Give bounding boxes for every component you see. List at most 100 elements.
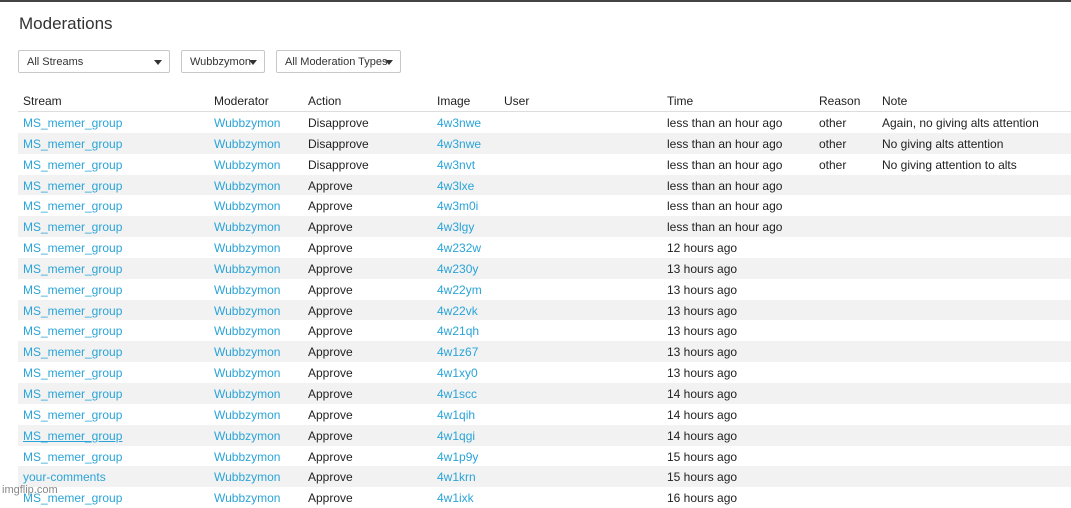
moderator-link[interactable]: Wubbzymon	[214, 304, 280, 318]
image-link[interactable]: 4w232w	[437, 241, 481, 255]
image-link[interactable]: 4w1ixk	[437, 491, 474, 505]
stream-link[interactable]: MS_memer_group	[23, 116, 122, 130]
header-reason[interactable]: Reason	[819, 94, 860, 108]
table-row: MS_memer_group Wubbzymon Approve 4w3lgy less…	[18, 216, 1071, 238]
image-link[interactable]: 4w3m0i	[437, 199, 478, 213]
stream-link[interactable]: MS_memer_group	[23, 137, 122, 151]
table-row: MS_memer_group Wubbzymon Approve 4w22ym 13 h…	[18, 279, 1071, 300]
time-text: less than an hour ago	[667, 136, 783, 151]
image-link[interactable]: 4w1xy0	[437, 366, 478, 380]
image-link[interactable]: 4w3nvt	[437, 158, 475, 172]
chevron-down-icon	[249, 60, 257, 65]
moderator-filter-select[interactable]: Wubbzymon	[181, 50, 265, 73]
time-text: 16 hours ago	[667, 491, 738, 506]
moderator-link[interactable]: Wubbzymon	[214, 387, 280, 401]
image-link[interactable]: 4w3lgy	[437, 220, 474, 234]
time-text: 14 hours ago	[667, 407, 738, 422]
moderator-link[interactable]: Wubbzymon	[214, 199, 280, 213]
time-text: less than an hour ago	[667, 116, 783, 130]
image-link[interactable]: 4w22ym	[437, 283, 482, 297]
image-link[interactable]: 4w1scc	[437, 387, 477, 401]
time-text: 14 hours ago	[667, 386, 738, 401]
table-row: MS_memer_group Wubbzymon Approve 4w1p9y 15 h…	[18, 446, 1071, 467]
moderator-link[interactable]: Wubbzymon	[214, 450, 280, 464]
moderator-filter-value: Wubbzymon	[190, 56, 251, 68]
moderator-link[interactable]: Wubbzymon	[214, 345, 280, 359]
reason-text: other	[819, 116, 847, 130]
stream-link[interactable]: MS_memer_group	[23, 179, 122, 193]
image-link[interactable]: 4w3nwe	[437, 116, 481, 130]
action-text: Approve	[308, 345, 353, 360]
image-link[interactable]: 4w3lxe	[437, 179, 474, 193]
type-filter-select[interactable]: All Moderation Types	[276, 50, 401, 73]
table-row: MS_memer_group Wubbzymon Approve 4w3m0i less…	[18, 195, 1071, 216]
table-row: MS_memer_group Wubbzymon Approve 4w232w 12 h…	[18, 237, 1071, 258]
time-text: 13 hours ago	[667, 303, 738, 318]
stream-link[interactable]: MS_memer_group	[23, 387, 122, 401]
header-note[interactable]: Note	[882, 94, 907, 108]
note-text: No giving attention to alts	[882, 157, 1017, 172]
moderator-link[interactable]: Wubbzymon	[214, 220, 280, 234]
time-text: less than an hour ago	[667, 199, 783, 214]
moderator-link[interactable]: Wubbzymon	[214, 429, 280, 443]
action-text: Approve	[308, 470, 353, 485]
moderator-link[interactable]: Wubbzymon	[214, 262, 280, 276]
image-link[interactable]: 4w1p9y	[437, 450, 478, 464]
table-row: MS_memer_group Wubbzymon Approve 4w1qih 14 h…	[18, 404, 1071, 425]
moderator-link[interactable]: Wubbzymon	[214, 283, 280, 297]
table-body: MS_memer_group Wubbzymon Disapprove 4w3nwe l…	[18, 112, 1071, 508]
time-text: 13 hours ago	[667, 324, 738, 339]
header-stream[interactable]: Stream	[23, 94, 62, 108]
image-link[interactable]: 4w22vk	[437, 304, 478, 318]
stream-link[interactable]: MS_memer_group	[23, 450, 122, 464]
image-link[interactable]: 4w1qih	[437, 408, 475, 422]
action-text: Disapprove	[308, 157, 369, 172]
moderator-link[interactable]: Wubbzymon	[214, 470, 280, 484]
stream-link[interactable]: MS_memer_group	[23, 241, 122, 255]
image-link[interactable]: 4w1krn	[437, 470, 476, 484]
image-link[interactable]: 4w230y	[437, 262, 478, 276]
stream-link[interactable]: MS_memer_group	[23, 408, 122, 422]
moderator-link[interactable]: Wubbzymon	[214, 241, 280, 255]
time-text: 15 hours ago	[667, 449, 738, 464]
moderator-link[interactable]: Wubbzymon	[214, 491, 280, 505]
stream-link[interactable]: MS_memer_group	[23, 429, 122, 443]
moderator-link[interactable]: Wubbzymon	[214, 179, 280, 193]
image-link[interactable]: 4w1z67	[437, 345, 478, 359]
stream-link[interactable]: MS_memer_group	[23, 366, 122, 380]
stream-link[interactable]: MS_memer_group	[23, 304, 122, 318]
image-link[interactable]: 4w3nwe	[437, 137, 481, 151]
header-time[interactable]: Time	[667, 94, 693, 108]
stream-link[interactable]: MS_memer_group	[23, 158, 122, 172]
header-image[interactable]: Image	[437, 94, 470, 108]
moderator-link[interactable]: Wubbzymon	[214, 116, 280, 130]
action-text: Approve	[308, 220, 353, 235]
moderator-link[interactable]: Wubbzymon	[214, 324, 280, 338]
type-filter-value: All Moderation Types	[285, 56, 388, 68]
stream-filter-select[interactable]: All Streams	[18, 50, 170, 73]
image-link[interactable]: 4w21qh	[437, 324, 479, 338]
time-text: less than an hour ago	[667, 157, 783, 172]
moderator-link[interactable]: Wubbzymon	[214, 158, 280, 172]
moderator-link[interactable]: Wubbzymon	[214, 366, 280, 380]
action-text: Approve	[308, 407, 353, 422]
stream-link[interactable]: MS_memer_group	[23, 345, 122, 359]
header-moderator[interactable]: Moderator	[214, 94, 269, 108]
stream-link[interactable]: MS_memer_group	[23, 283, 122, 297]
image-link[interactable]: 4w1qgi	[437, 429, 475, 443]
time-text: 12 hours ago	[667, 241, 738, 256]
stream-link[interactable]: your-comments	[23, 470, 106, 484]
moderator-link[interactable]: Wubbzymon	[214, 137, 280, 151]
header-action[interactable]: Action	[308, 94, 341, 108]
table-row: MS_memer_group Wubbzymon Approve 4w230y 13 h…	[18, 257, 1071, 279]
stream-link[interactable]: MS_memer_group	[23, 220, 122, 234]
moderator-link[interactable]: Wubbzymon	[214, 408, 280, 422]
action-text: Approve	[308, 282, 353, 297]
action-text: Approve	[308, 428, 353, 443]
stream-link[interactable]: MS_memer_group	[23, 262, 122, 276]
note-text: Again, no giving alts attention	[882, 116, 1039, 130]
stream-link[interactable]: MS_memer_group	[23, 324, 122, 338]
header-user[interactable]: User	[504, 94, 529, 108]
stream-link[interactable]: MS_memer_group	[23, 199, 122, 213]
table-row: MS_memer_group Wubbzymon Approve 4w22vk 13 h…	[18, 299, 1071, 321]
